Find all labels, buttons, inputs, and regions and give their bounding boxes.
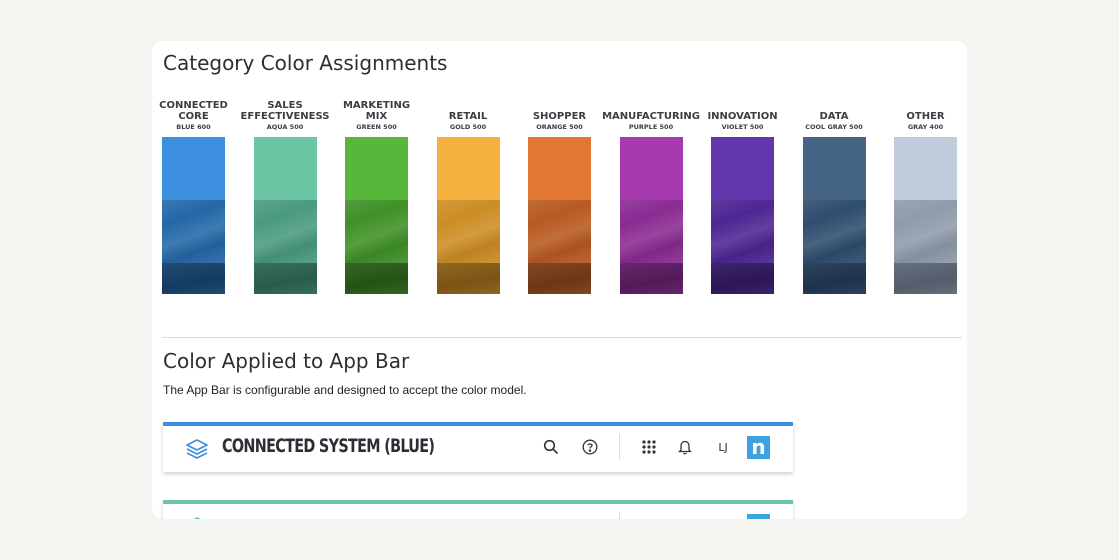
swatch-mid-band [253, 200, 317, 263]
content-card: Category Color Assignments CONNECTED CORE… [152, 41, 967, 519]
swatch-top-band [162, 137, 225, 200]
layers-icon [186, 439, 208, 459]
swatch-name: RETAIL [448, 111, 488, 122]
swatch-name: MARKETING [342, 100, 411, 111]
swatch-mid-band [162, 200, 225, 263]
swatch-bot-band [436, 263, 500, 294]
swatch-name: EFFECTIVENESS [240, 111, 330, 122]
swatch-mid-band [528, 200, 591, 263]
swatch-color-bar [802, 137, 866, 294]
swatch-mid-band [711, 200, 774, 263]
swatch-code: VIOLET 500 [721, 123, 764, 131]
swatch-name: INNOVATION [707, 111, 778, 122]
swatch-other: OTHER GRAY 400 [894, 89, 957, 294]
user-initials[interactable]: LJ [713, 437, 733, 457]
app-bar-separator [619, 512, 620, 519]
swatch-row: CONNECTED CORE BLUE 600 SALES EFFECTIVENESS A… [159, 89, 967, 294]
swatch-mid-band [802, 200, 866, 263]
swatch-header: DATA COOL GRAY 500 [803, 89, 866, 132]
swatch-name: SHOPPER [532, 111, 587, 122]
swatch-color-bar [162, 137, 225, 294]
help-icon[interactable] [580, 437, 600, 457]
appbar-section-title: Color Applied to App Bar [163, 349, 410, 373]
swatch-top-band [345, 137, 408, 200]
swatch-bot-band [162, 263, 225, 294]
swatch-code: PURPLE 500 [628, 123, 674, 131]
section-divider [162, 337, 962, 338]
swatch-code: GOLD 500 [449, 123, 487, 131]
swatch-shopper: SHOPPER ORANGE 500 [528, 89, 591, 294]
swatch-mid-band [894, 200, 957, 263]
swatch-bot-band [345, 263, 408, 294]
swatch-mid-band [436, 200, 500, 263]
swatch-retail: RETAIL GOLD 500 [436, 89, 500, 294]
swatch-code: BLUE 600 [176, 123, 211, 131]
app-bar-accent [163, 422, 793, 426]
swatch-top-band [253, 137, 317, 200]
swatch-color-bar [345, 137, 408, 294]
swatch-connected-core: CONNECTED CORE BLUE 600 [159, 89, 228, 294]
swatch-header: MANUFACTURING PURPLE 500 [602, 89, 700, 132]
swatch-top-band [619, 137, 683, 200]
swatch-code: AQUA 500 [266, 123, 304, 131]
swatch-color-bar [436, 137, 500, 294]
swatch-mid-band [345, 200, 408, 263]
swatch-name: MANUFACTURING [602, 111, 700, 122]
swatch-bot-band [528, 263, 591, 294]
app-bar-separator [619, 434, 620, 460]
apps-grid-icon[interactable] [639, 437, 659, 457]
app-bar-aqua [163, 500, 793, 519]
swatch-color-bar [894, 137, 957, 294]
brand-logo [747, 514, 770, 519]
swatch-top-band [436, 137, 500, 200]
swatch-name: CORE [178, 111, 209, 122]
swatch-bot-band [711, 263, 774, 294]
notification-bell-icon[interactable] [675, 437, 695, 457]
swatch-color-bar [528, 137, 591, 294]
swatch-mid-band [619, 200, 683, 263]
app-bar-title: CONNECTED SYSTEM (BLUE) [222, 435, 435, 457]
brand-logo: n [747, 436, 770, 459]
swatch-code: GREEN 500 [356, 123, 397, 131]
swatch-sales-effectiveness: SALES EFFECTIVENESS AQUA 500 [241, 89, 330, 294]
swatch-header: CONNECTED CORE BLUE 600 [159, 89, 228, 132]
swatch-innovation: INNOVATION VIOLET 500 [707, 89, 778, 294]
swatch-header: SHOPPER ORANGE 500 [528, 89, 591, 132]
app-bar-blue: CONNECTED SYSTEM (BLUE) LJ n [163, 422, 793, 472]
swatch-name: OTHER [906, 111, 945, 122]
swatch-header: OTHER GRAY 400 [894, 89, 957, 132]
swatch-color-bar [253, 137, 317, 294]
swatch-bot-band [253, 263, 317, 294]
swatch-code: GRAY 400 [907, 123, 944, 131]
swatch-name: SALES [267, 100, 303, 111]
swatch-name: CONNECTED [159, 100, 228, 111]
swatch-bot-band [619, 263, 683, 294]
layers-icon [193, 517, 201, 519]
swatch-header: RETAIL GOLD 500 [437, 89, 500, 132]
swatch-code: ORANGE 500 [536, 123, 583, 131]
category-section-title: Category Color Assignments [163, 51, 448, 75]
swatch-color-bar [619, 137, 683, 294]
swatch-top-band [711, 137, 774, 200]
swatch-marketing-mix: MARKETING MIX GREEN 500 [342, 89, 411, 294]
swatch-top-band [894, 137, 957, 200]
swatch-bot-band [802, 263, 866, 294]
swatch-color-bar [711, 137, 774, 294]
swatch-header: INNOVATION VIOLET 500 [707, 89, 777, 132]
swatch-top-band [802, 137, 866, 200]
swatch-bot-band [894, 263, 957, 294]
swatch-name: MIX [365, 111, 388, 122]
swatch-header: MARKETING MIX GREEN 500 [342, 89, 411, 132]
swatch-code: COOL GRAY 500 [805, 123, 863, 131]
swatch-manufacturing: MANUFACTURING PURPLE 500 [602, 89, 700, 294]
search-icon[interactable] [541, 437, 561, 457]
swatch-top-band [528, 137, 591, 200]
swatch-name: DATA [819, 111, 849, 122]
swatch-data: DATA COOL GRAY 500 [802, 89, 866, 294]
swatch-header: SALES EFFECTIVENESS AQUA 500 [241, 89, 330, 132]
app-bar-accent [163, 500, 793, 504]
appbar-section-description: The App Bar is configurable and designed… [163, 383, 527, 397]
